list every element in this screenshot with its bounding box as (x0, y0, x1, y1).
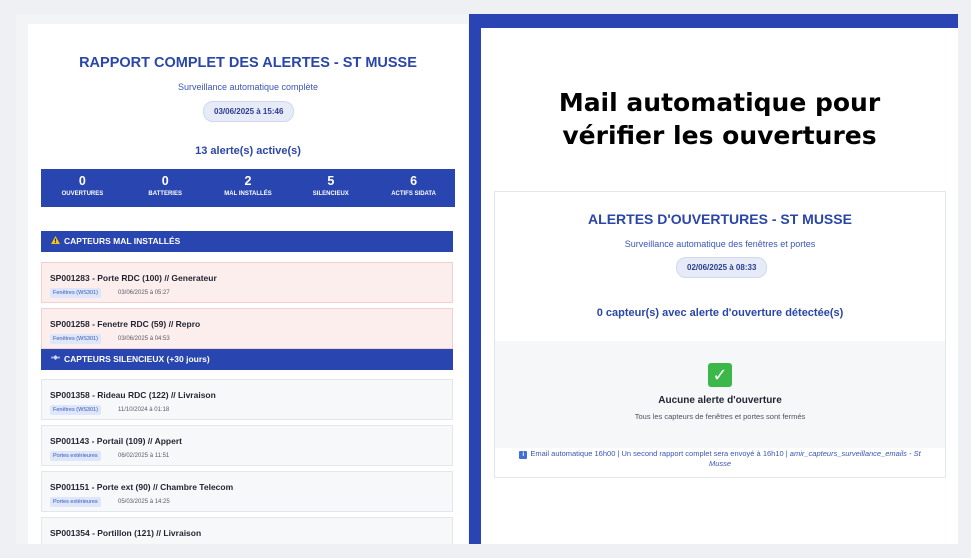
openings-subtitle: Surveillance automatique des fenêtres et… (624, 239, 816, 249)
alert-item-title: SP001358 - Rideau RDC (122) // Livraison (50, 390, 216, 400)
promo-banner: Mail automatique pour vérifier les ouver… (481, 86, 958, 152)
openings-date-badge: 02/06/2025 à 08:33 (676, 257, 768, 278)
alert-item-title: SP001143 - Portail (109) // Appert (50, 436, 182, 446)
alert-item[interactable]: SP001354 - Portillon (121) // Livraison (41, 517, 453, 544)
alert-item[interactable]: SP001143 - Portail (109) // Appert Porte… (41, 425, 453, 466)
alert-item-title: SP001354 - Portillon (121) // Livraison (50, 528, 202, 538)
stat-badly-installed: 2 MAL INSTALLÉS (207, 169, 290, 207)
check-mark-icon: ✓ (708, 363, 732, 387)
stat-label: SILENCIEUX (312, 191, 349, 197)
alert-item-date: 05/03/2025 à 14:25 (118, 499, 170, 505)
stat-value: 0 (78, 174, 86, 188)
sensor-type-tag: Fenêtres (WS301) (50, 405, 101, 415)
report-subtitle: Surveillance automatique complète (177, 82, 319, 92)
active-alerts-count: 13 alerte(s) active(s) (195, 145, 301, 157)
stat-label: ACTIFS SIDATA (391, 191, 436, 197)
warning-icon (51, 231, 60, 252)
openings-email-canvas: Mail automatique pour vérifier les ouver… (481, 28, 958, 544)
section-header-badly-installed: CAPTEURS MAL INSTALLÉS (41, 231, 453, 252)
alert-item-title: SP001151 - Porte ext (90) // Chambre Tel… (50, 482, 234, 492)
alert-item-title: SP001283 - Porte RDC (100) // Generateur (50, 273, 217, 283)
openings-email-card: ALERTES D'OUVERTURES - ST MUSSE Surveill… (494, 191, 946, 478)
satellite-icon (51, 349, 60, 370)
stat-silent: 5 SILENCIEUX (289, 169, 372, 207)
openings-count: 0 capteur(s) avec alerte d'ouverture dét… (596, 307, 844, 319)
stat-value: 5 (327, 174, 335, 188)
stat-value: 2 (244, 174, 252, 188)
sensor-type-tag: Portes extérieures (50, 451, 101, 461)
footer-text: Email automatique 16h00 | Un second rapp… (530, 449, 790, 458)
empty-state: ✓ Aucune alerte d'ouverture Tous les cap… (495, 341, 945, 448)
stat-openings: 0 OUVERTURES (41, 169, 124, 207)
sensor-type-tag: Fenêtres (WS301) (50, 334, 101, 344)
info-icon: i (519, 451, 528, 459)
section-title: CAPTEURS MAL INSTALLÉS (64, 236, 181, 246)
stat-label: MAL INSTALLÉS (224, 191, 272, 197)
openings-title: ALERTES D'OUVERTURES - ST MUSSE (588, 211, 852, 227)
stat-value: 0 (161, 174, 169, 188)
alert-item[interactable]: SP001151 - Porte ext (90) // Chambre Tel… (41, 471, 453, 512)
alert-item-date: 03/06/2025 à 05:27 (118, 290, 170, 296)
empty-state-subtitle: Tous les capteurs de fenêtres et portes … (634, 412, 806, 421)
stat-value: 6 (410, 174, 418, 188)
report-title: RAPPORT COMPLET DES ALERTES - ST MUSSE (79, 55, 417, 71)
stats-bar: 0 OUVERTURES 0 BATTERIES 2 MAL INSTALLÉS… (41, 169, 455, 207)
section-title: CAPTEURS SILENCIEUX (+30 jours) (64, 354, 210, 364)
report-date-badge: 03/06/2025 à 15:46 (203, 101, 295, 122)
stat-label: BATTERIES (148, 191, 182, 197)
alert-item-date: 06/02/2025 à 11:51 (118, 453, 170, 459)
email-footer: i Email automatique 16h00 | Un second rap… (515, 449, 925, 469)
alert-item-date: 11/10/2024 à 01:18 (118, 407, 170, 413)
empty-state-title: Aucune alerte d'ouverture (658, 395, 782, 406)
alert-item-date: 03/06/2025 à 04:53 (118, 336, 170, 342)
section-header-silent: CAPTEURS SILENCIEUX (+30 jours) (41, 349, 453, 370)
alert-item-title: SP001258 - Fenetre RDC (59) // Repro (50, 319, 201, 329)
alert-item[interactable]: SP001283 - Porte RDC (100) // Generateur… (41, 262, 453, 303)
full-report-email: RAPPORT COMPLET DES ALERTES - ST MUSSE S… (28, 24, 468, 544)
stat-active-sidata: 6 ACTIFS SIDATA (372, 169, 455, 207)
alert-item[interactable]: SP001358 - Rideau RDC (122) // Livraison… (41, 379, 453, 420)
banner-line-2: vérifier les ouvertures (562, 121, 877, 150)
stat-label: OUVERTURES (61, 191, 104, 197)
openings-email-panel: Mail automatique pour vérifier les ouver… (469, 14, 958, 544)
banner-line-1: Mail automatique pour (558, 88, 881, 117)
sensor-type-tag: Portes extérieures (50, 497, 101, 507)
sensor-type-tag: Fenêtres (WS301) (50, 288, 101, 298)
alert-item[interactable]: SP001258 - Fenetre RDC (59) // Repro Fen… (41, 308, 453, 349)
full-report-panel: RAPPORT COMPLET DES ALERTES - ST MUSSE S… (16, 14, 469, 544)
stat-batteries: 0 BATTERIES (124, 169, 207, 207)
